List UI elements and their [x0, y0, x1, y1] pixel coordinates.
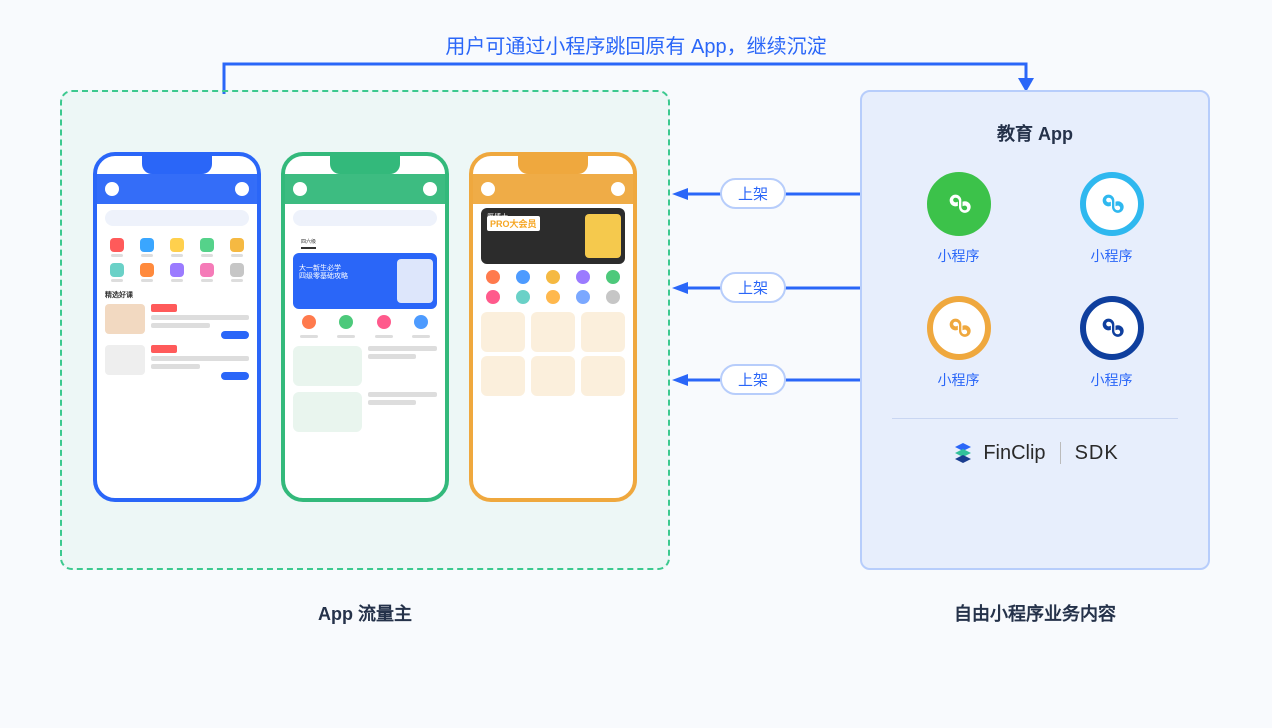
miniprogram-item: 小程序: [1055, 172, 1168, 266]
section-title: 精选好课: [105, 290, 249, 300]
miniprogram-item: 小程序: [902, 296, 1015, 390]
right-caption: 自由小程序业务内容: [860, 600, 1210, 626]
publish-label: 上架: [720, 364, 786, 395]
content-cards: [481, 312, 625, 352]
tab-row: 四六级: [293, 238, 437, 249]
phone-mockup-orange: 雁博士 PRO大会员: [469, 152, 637, 502]
miniprogram-label: 小程序: [1091, 370, 1133, 390]
phone-mockup-green: 四六级 大一新生必学四级零基础攻略: [281, 152, 449, 502]
phone-header: [97, 174, 257, 204]
sdk-label: SDK: [1075, 442, 1119, 465]
finclip-brand: FinClip: [983, 442, 1045, 465]
phone-header: [285, 174, 445, 204]
education-app-panel: 教育 App 小程序 小程序 小程序: [860, 90, 1210, 570]
miniprogram-item: 小程序: [1055, 296, 1168, 390]
app-traffic-panel: 精选好课: [60, 90, 670, 570]
search-bar: [293, 210, 437, 226]
miniprogram-label: 小程序: [938, 246, 980, 266]
search-bar: [105, 210, 249, 226]
phone-header: [473, 174, 633, 204]
miniprogram-icon: [927, 296, 991, 360]
miniprogram-label: 小程序: [1091, 246, 1133, 266]
sdk-row: FinClip SDK: [892, 418, 1178, 465]
left-caption: App 流量主: [60, 600, 670, 626]
miniprogram-item: 小程序: [902, 172, 1015, 266]
miniprogram-label: 小程序: [938, 370, 980, 390]
menu-icon: [293, 182, 307, 196]
divider: [1060, 442, 1061, 464]
finclip-logo: FinClip: [951, 441, 1045, 465]
menu-icon: [105, 182, 119, 196]
miniprogram-icon: [1080, 172, 1144, 236]
publish-label: 上架: [720, 272, 786, 303]
miniprogram-icon: [927, 172, 991, 236]
top-caption: 用户可通过小程序跳回原有 App，继续沉淀: [0, 30, 1272, 59]
publish-label: 上架: [720, 178, 786, 209]
miniprogram-icon: [1080, 296, 1144, 360]
promo-banner: 大一新生必学四级零基础攻略: [293, 253, 437, 309]
phone-mockup-blue: 精选好课: [93, 152, 261, 502]
phone-mockups: 精选好课: [62, 92, 668, 522]
right-title: 教育 App: [862, 120, 1208, 146]
course-row: [105, 345, 249, 380]
avatar-icon: [423, 182, 437, 196]
avatar-icon: [611, 182, 625, 196]
category-grid: [105, 238, 249, 282]
avatar-icon: [235, 182, 249, 196]
course-row: [105, 304, 249, 339]
architecture-diagram: 用户可通过小程序跳回原有 App，继续沉淀: [0, 0, 1272, 728]
promo-banner: 雁博士 PRO大会员: [481, 208, 625, 264]
menu-icon: [481, 182, 495, 196]
miniprogram-grid: 小程序 小程序 小程序 小程序: [862, 146, 1208, 400]
finclip-mark-icon: [951, 441, 975, 465]
